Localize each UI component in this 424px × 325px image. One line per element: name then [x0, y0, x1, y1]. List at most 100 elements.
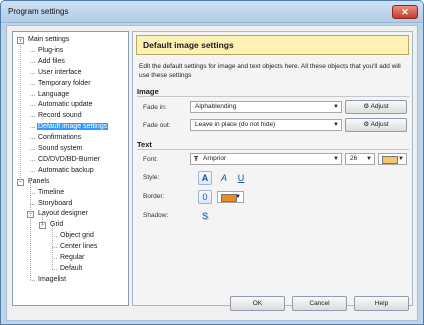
tree-guide-line [30, 182, 31, 281]
tree-guide-line [20, 40, 21, 183]
chevron-down-icon: ▼ [398, 156, 404, 162]
tree-item-label: Sound system [38, 145, 83, 152]
shadow-icon[interactable]: S [198, 209, 212, 223]
tree-connector [30, 94, 35, 96]
tree-item[interactable]: Default image settings [37, 122, 109, 132]
tree-connector [30, 138, 35, 140]
tree-connector [30, 105, 35, 107]
fade-out-value: Leave in place (do not hide) [195, 121, 276, 128]
text-section-divider [137, 149, 409, 150]
tree-item-label: Timeline [38, 188, 65, 196]
tree-item-label: Regular [60, 254, 85, 261]
help-button[interactable]: Help [354, 296, 409, 311]
tree-item[interactable]: Record sound [37, 111, 83, 121]
title-bar: Program settings ✕ [1, 1, 423, 23]
font-label: Font: [143, 156, 158, 163]
fade-in-label: Fade in: [143, 104, 167, 111]
tree-connector [30, 83, 35, 85]
tree-item-label: Automatic backup [38, 166, 94, 174]
tree-connector [30, 170, 35, 172]
chevron-down-icon: ▼ [366, 156, 372, 162]
tree-item[interactable]: Layout designer [37, 209, 89, 219]
border-label: Border: [143, 193, 165, 200]
page-description: Edit the default settings for image and … [139, 63, 401, 79]
font-size-value: 26 [350, 155, 358, 162]
settings-icon: ⚙ [363, 103, 370, 110]
tree-item[interactable]: Imagelist [37, 275, 67, 285]
dialog-body: Main settings − Plug-ins Add files User inte… [6, 25, 418, 321]
fade-out-adjust-button[interactable]: ⚙ Adjust [345, 118, 407, 132]
tree-guide-line [42, 214, 43, 226]
fade-in-adjust-button[interactable]: ⚙ Adjust [345, 100, 407, 114]
cancel-button[interactable]: Cancel [292, 296, 347, 311]
tree-item-label: Add files [38, 57, 65, 65]
border-color-picker[interactable]: ▼ [217, 191, 244, 203]
tree-item[interactable]: Automatic backup [37, 166, 95, 176]
tree-item-label: Default [60, 264, 83, 272]
settings-panel: Default image settings Edit the default … [132, 31, 413, 306]
fade-out-dropdown[interactable]: Leave in place (do not hide) ▼ [190, 119, 342, 131]
tree-item-label: Confirmations [38, 134, 82, 142]
tree-item-label: Record sound [38, 112, 82, 120]
font-type-icon: Ŧ [194, 156, 199, 163]
font-dropdown[interactable]: Ŧ Arnprior ▼ [190, 153, 342, 165]
tree-item[interactable]: User interface [37, 68, 83, 78]
tree-item[interactable]: Timeline [37, 188, 65, 198]
fade-in-adjust-label: Adjust [370, 103, 389, 110]
tree-item-label: Default image settings [37, 123, 109, 131]
font-name-value: Arnprior [203, 155, 227, 162]
tree-item[interactable]: Plug-ins [37, 46, 64, 56]
bold-icon[interactable]: A [198, 171, 212, 185]
text-color-swatch [382, 156, 398, 164]
font-size-dropdown[interactable]: 26 ▼ [345, 153, 375, 165]
tree-item[interactable]: Sound system [37, 144, 83, 154]
style-label: Style: [143, 174, 160, 181]
program-settings-window: Program settings ✕ Main settings − Plug-in… [0, 0, 424, 325]
tree-connector [30, 127, 35, 129]
tree-item[interactable]: CD/DVD/BD-Burner [37, 155, 101, 165]
fade-out-adjust-label: Adjust [370, 121, 389, 128]
tree-item-label: Automatic update [38, 101, 93, 109]
fade-out-label: Fade out: [143, 122, 171, 129]
ok-button[interactable]: OK [230, 296, 285, 311]
tree-item-label: Language [38, 90, 70, 98]
tree-item-label: Main settings [28, 36, 70, 43]
tree-connector [30, 61, 35, 63]
underline-icon[interactable]: U [234, 171, 248, 185]
tree-item[interactable]: Storyboard [37, 199, 73, 209]
tree-item[interactable]: Main settings [27, 35, 70, 45]
settings-icon: ⚙ [363, 121, 370, 128]
tree-item[interactable]: Language [37, 90, 70, 100]
tree-item-label: Imagelist [38, 275, 67, 283]
tree-item-label: CD/DVD/BD-Burner [38, 155, 100, 163]
text-section-title: Text [137, 140, 152, 149]
tree-connector [30, 149, 35, 150]
tree-item-label: Object grid [60, 232, 94, 240]
chevron-down-icon: ▼ [333, 156, 339, 162]
tree-connector [30, 116, 35, 118]
chevron-down-icon: ▼ [333, 122, 339, 128]
tree-item[interactable]: Default [59, 264, 83, 274]
shadow-label: Shadow: [143, 212, 169, 219]
tree-item-label: Plug-ins [38, 46, 64, 54]
tree-item-label: Layout designer [38, 210, 88, 218]
tree-connector [30, 72, 35, 74]
tree-connector [30, 159, 35, 161]
settings-tree: Main settings − Plug-ins Add files User inte… [12, 31, 129, 306]
tree-item[interactable]: Add files [37, 57, 66, 67]
fade-in-dropdown[interactable]: Alphablending ▼ [190, 101, 342, 113]
tree-item[interactable]: Object grid [59, 231, 95, 241]
close-button[interactable]: ✕ [392, 5, 418, 19]
border-outline-icon[interactable]: 0 [198, 190, 212, 204]
image-section-divider [137, 96, 409, 97]
tree-item[interactable]: Center lines [59, 242, 98, 252]
text-color-picker[interactable]: ▼ [378, 153, 407, 165]
chevron-down-icon: ▼ [235, 194, 241, 200]
tree-connector [30, 50, 35, 52]
italic-icon[interactable]: A [217, 171, 231, 185]
tree-item[interactable]: Temporary folder [37, 79, 92, 89]
tree-item[interactable]: Confirmations [37, 133, 82, 143]
tree-item[interactable]: Regular [59, 253, 86, 263]
tree-item-label: Storyboard [38, 199, 73, 207]
tree-item[interactable]: Automatic update [37, 100, 93, 110]
